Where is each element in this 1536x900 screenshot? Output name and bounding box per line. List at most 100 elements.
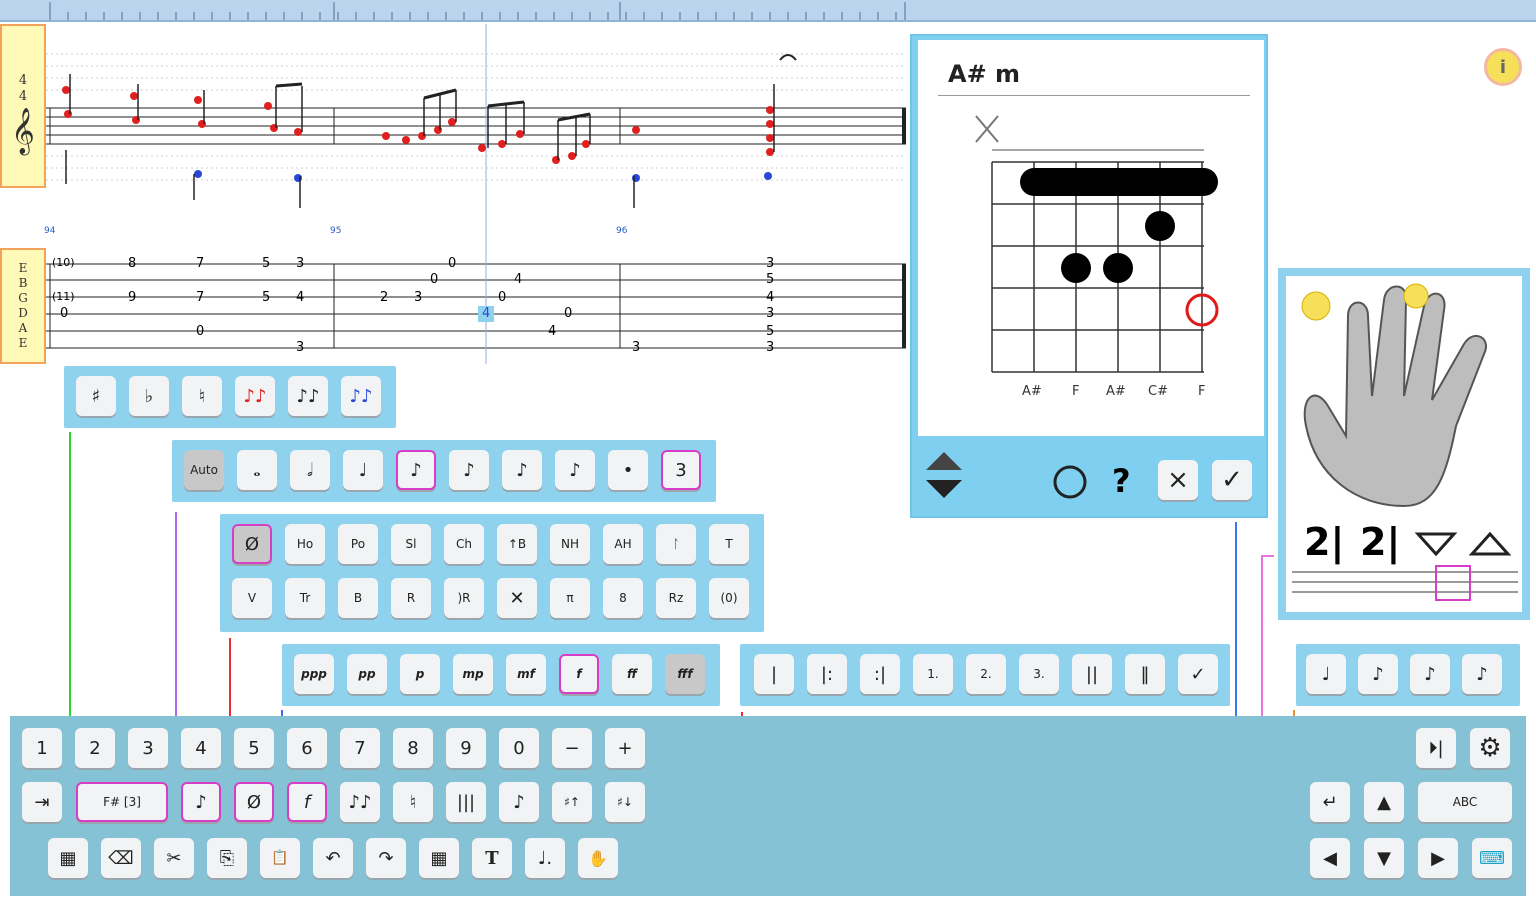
- ending-1-button[interactable]: 1.: [913, 654, 953, 694]
- plus-key[interactable]: +: [605, 728, 645, 768]
- text-key[interactable]: T: [472, 838, 512, 878]
- open-string-circle-icon[interactable]: [1052, 464, 1088, 500]
- sharp-button[interactable]: ♯: [76, 376, 116, 416]
- trill-button[interactable]: Tr: [285, 578, 325, 618]
- accidental-key[interactable]: ♪♪: [340, 782, 380, 822]
- backspace-key[interactable]: ⌫: [101, 838, 141, 878]
- transpose-down-key[interactable]: ♯↓: [605, 782, 645, 822]
- tab-note[interactable]: 3: [296, 340, 304, 355]
- natural-harmonic-button[interactable]: NH: [550, 524, 590, 564]
- ending-2-button[interactable]: 2.: [966, 654, 1006, 694]
- arrow-up-key[interactable]: ▲: [1364, 782, 1404, 822]
- chord-key[interactable]: F# [3]: [76, 782, 168, 822]
- tab-note[interactable]: 3: [296, 256, 304, 271]
- grace-note-blue-button[interactable]: ♪♪: [341, 376, 381, 416]
- chord-confirm-button[interactable]: ✓: [1212, 460, 1252, 500]
- no-effect-button[interactable]: Ø: [232, 524, 272, 564]
- keyboard-toggle-key[interactable]: ⌨: [1472, 838, 1512, 878]
- copy-key[interactable]: ⎘: [207, 838, 247, 878]
- tab-note[interactable]: 0: [448, 256, 456, 271]
- grace-note-button[interactable]: ♪♪: [288, 376, 328, 416]
- tab-note[interactable]: 5: [766, 272, 774, 287]
- effect-key[interactable]: Ø: [234, 782, 274, 822]
- tuning-box[interactable]: E B G D A E: [0, 248, 46, 364]
- tab-note[interactable]: 0: [60, 306, 68, 321]
- dynamic-ff-button[interactable]: ff: [612, 654, 652, 694]
- slide-button[interactable]: Sl: [391, 524, 431, 564]
- natural-button[interactable]: ♮: [182, 376, 222, 416]
- brush-button[interactable]: ᛚ: [656, 524, 696, 564]
- hammer-on-button[interactable]: Ho: [285, 524, 325, 564]
- tab-note[interactable]: 4: [766, 290, 774, 305]
- dot-button[interactable]: •: [608, 450, 648, 490]
- settings-key[interactable]: ⚙: [1470, 728, 1510, 768]
- note-value-button[interactable]: ♪: [1410, 654, 1450, 694]
- redo-key[interactable]: ↷: [366, 838, 406, 878]
- flat-button[interactable]: ♭: [129, 376, 169, 416]
- chord-help-button[interactable]: ?: [1112, 462, 1131, 500]
- tab-note[interactable]: (11): [52, 290, 75, 303]
- number-key-8[interactable]: 8: [393, 728, 433, 768]
- release-button[interactable]: )R: [444, 578, 484, 618]
- thirtysecond-note-button[interactable]: ♪: [502, 450, 542, 490]
- tab-note[interactable]: 5: [262, 290, 270, 305]
- arrow-right-key[interactable]: ▶: [1418, 838, 1458, 878]
- single-barline-button[interactable]: |: [754, 654, 794, 694]
- number-key-1[interactable]: 1: [22, 728, 62, 768]
- tab-note[interactable]: 0: [196, 324, 204, 339]
- number-key-7[interactable]: 7: [340, 728, 380, 768]
- number-key-9[interactable]: 9: [446, 728, 486, 768]
- tab-key[interactable]: ⇥: [22, 782, 62, 822]
- minus-key[interactable]: −: [552, 728, 592, 768]
- grace-note-red-button[interactable]: ♪♪: [235, 376, 275, 416]
- tab-note[interactable]: 3: [766, 256, 774, 271]
- paste-key[interactable]: 📋: [260, 838, 300, 878]
- dynamic-p-button[interactable]: p: [400, 654, 440, 694]
- chord-cancel-button[interactable]: ×: [1158, 460, 1198, 500]
- tab-note[interactable]: 4: [548, 324, 556, 339]
- undo-key[interactable]: ↶: [313, 838, 353, 878]
- palm-mute-button[interactable]: π: [550, 578, 590, 618]
- tab-note[interactable]: 5: [262, 256, 270, 271]
- cut-key[interactable]: ✂: [154, 838, 194, 878]
- hand-key[interactable]: ✋: [578, 838, 618, 878]
- dynamic-ppp-button[interactable]: ppp: [294, 654, 334, 694]
- tab-note[interactable]: 5: [766, 324, 774, 339]
- eighth-note-button[interactable]: ♪: [396, 450, 436, 490]
- octave-button[interactable]: 8: [603, 578, 643, 618]
- half-note-button[interactable]: 𝅗𝅥: [290, 450, 330, 490]
- tab-note[interactable]: 3: [766, 306, 774, 321]
- dynamic-pp-button[interactable]: pp: [347, 654, 387, 694]
- whole-note-button[interactable]: 𝅝: [237, 450, 277, 490]
- arrow-down-key[interactable]: ▼: [1364, 838, 1404, 878]
- ghost-note-button[interactable]: (0): [709, 578, 749, 618]
- measure-key[interactable]: ▦: [419, 838, 459, 878]
- dynamic-fff-button[interactable]: fff: [665, 654, 705, 694]
- info-button[interactable]: i: [1484, 48, 1522, 86]
- natural-key[interactable]: ♮: [393, 782, 433, 822]
- barline-confirm-button[interactable]: ✓: [1178, 654, 1218, 694]
- barline-key[interactable]: |||: [446, 782, 486, 822]
- dynamic-f-button[interactable]: f: [559, 654, 599, 694]
- dead-note-button[interactable]: ✕: [497, 578, 537, 618]
- double-barline-button[interactable]: ||: [1072, 654, 1112, 694]
- tab-note[interactable]: 3: [414, 290, 422, 305]
- tab-note[interactable]: 4: [514, 272, 522, 287]
- tab-note[interactable]: 0: [564, 306, 572, 321]
- tab-note[interactable]: 8: [128, 256, 136, 271]
- tab-note[interactable]: 3: [632, 340, 640, 355]
- tab-note[interactable]: 3: [766, 340, 774, 355]
- arrow-left-key[interactable]: ◀: [1310, 838, 1350, 878]
- thick-barline-button[interactable]: ‖: [1125, 654, 1165, 694]
- time-signature-box[interactable]: 4 4 𝄞: [0, 24, 46, 188]
- ending-3-button[interactable]: 3.: [1019, 654, 1059, 694]
- transpose-up-key[interactable]: ♯↑: [552, 782, 592, 822]
- dynamic-key[interactable]: f: [287, 782, 327, 822]
- tab-note[interactable]: 4: [296, 290, 304, 305]
- number-key-4[interactable]: 4: [181, 728, 221, 768]
- dynamic-mf-button[interactable]: mf: [506, 654, 546, 694]
- tab-note[interactable]: 9: [128, 290, 136, 305]
- triplet-button[interactable]: 3: [661, 450, 701, 490]
- tab-note[interactable]: (10): [52, 256, 75, 269]
- tab-note[interactable]: 0: [430, 272, 438, 287]
